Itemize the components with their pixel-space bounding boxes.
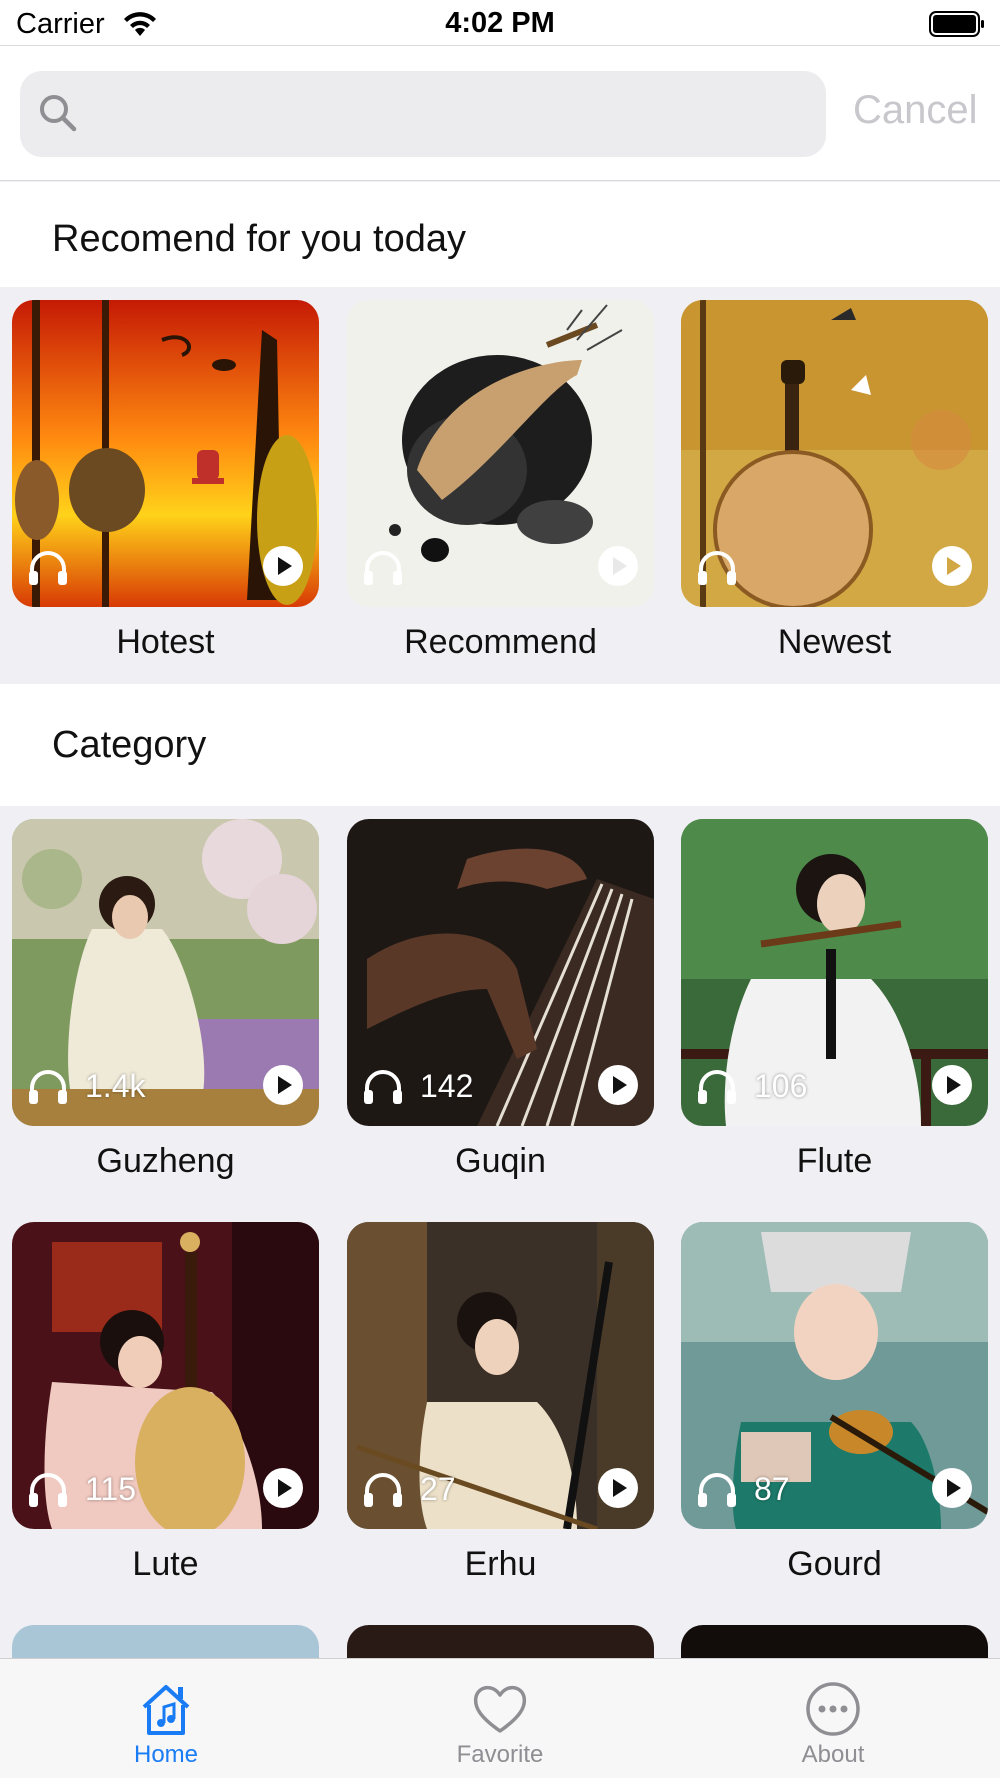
- search-input[interactable]: [92, 71, 812, 157]
- recommend-card-recommend[interactable]: Recommend: [347, 300, 654, 662]
- card-label: Flute: [796, 1142, 873, 1180]
- play-icon[interactable]: [262, 545, 304, 587]
- listen-count: 27: [420, 1471, 456, 1507]
- card-label: Erhu: [464, 1545, 537, 1583]
- recommend-card-newest[interactable]: Newest: [681, 300, 988, 662]
- headphones-icon: [698, 1473, 736, 1507]
- play-icon[interactable]: [262, 1467, 304, 1509]
- lute-thumbnail: 115: [12, 1222, 319, 1529]
- partial-thumbnail: [347, 1625, 654, 1658]
- card-label: Lute: [132, 1545, 199, 1583]
- category-card-partial[interactable]: [681, 1625, 988, 1658]
- heart-icon: [473, 1685, 527, 1733]
- play-icon[interactable]: [262, 1064, 304, 1106]
- category-card-partial[interactable]: [12, 1625, 319, 1658]
- gourd-thumbnail: 87: [681, 1222, 988, 1529]
- headphones-icon: [364, 1070, 402, 1104]
- guzheng-thumbnail: 1.4k: [12, 819, 319, 1126]
- clock: 4:02 PM: [445, 7, 555, 39]
- headphones-icon: [364, 1473, 402, 1507]
- recommend-thumbnail: [347, 300, 654, 607]
- tab-bar: Home Favorite About: [0, 1658, 1000, 1778]
- category-title: Category: [52, 724, 207, 766]
- tab-about[interactable]: About: [733, 1659, 933, 1778]
- partial-thumbnail: [12, 1625, 319, 1658]
- category-card-guqin[interactable]: 142 Guqin: [347, 819, 654, 1181]
- headphones-icon: [698, 551, 736, 585]
- card-label: Recommend: [404, 623, 597, 661]
- headphones-icon: [29, 1070, 67, 1104]
- cancel-button[interactable]: Cancel: [853, 88, 978, 133]
- listen-count: 115: [85, 1471, 137, 1507]
- category-card-partial[interactable]: [347, 1625, 654, 1658]
- erhu-thumbnail: 27: [347, 1222, 654, 1529]
- recommend-title: Recomend for you today: [52, 218, 467, 260]
- card-label: Guqin: [455, 1142, 546, 1180]
- play-icon[interactable]: [597, 1467, 639, 1509]
- ellipsis-circle-icon: [806, 1682, 860, 1736]
- search-field[interactable]: [20, 71, 826, 157]
- listen-count: 142: [420, 1068, 474, 1104]
- play-icon[interactable]: [931, 1064, 973, 1106]
- tab-label: Favorite: [456, 1741, 544, 1768]
- tab-favorite[interactable]: Favorite: [400, 1659, 600, 1778]
- play-icon[interactable]: [597, 545, 639, 587]
- headphones-icon: [698, 1070, 736, 1104]
- headphones-icon: [29, 551, 67, 585]
- status-bar: Carrier 4:02 PM: [0, 0, 1000, 46]
- category-card-lute[interactable]: 115 Lute: [12, 1222, 319, 1584]
- search-bar: Cancel: [0, 46, 1000, 181]
- play-icon[interactable]: [931, 545, 973, 587]
- tab-label: Home: [133, 1741, 199, 1768]
- card-label: Hotest: [116, 623, 215, 661]
- recommend-header: Recomend for you today: [0, 182, 1000, 287]
- category-card-gourd[interactable]: 87 Gourd: [681, 1222, 988, 1584]
- category-card-guzheng[interactable]: 1.4k Guzheng: [12, 819, 319, 1181]
- partial-thumbnail: [681, 1625, 988, 1658]
- hotest-thumbnail: [12, 300, 319, 607]
- recommend-card-hotest[interactable]: Hotest: [12, 300, 319, 662]
- card-label: Guzheng: [96, 1142, 235, 1180]
- headphones-icon: [364, 551, 402, 585]
- category-card-erhu[interactable]: 27 Erhu: [347, 1222, 654, 1584]
- newest-thumbnail: [681, 300, 988, 607]
- tab-label: About: [801, 1741, 865, 1768]
- flute-thumbnail: 106: [681, 819, 988, 1126]
- play-icon[interactable]: [597, 1064, 639, 1106]
- listen-count: 1.4k: [85, 1068, 146, 1104]
- headphones-icon: [29, 1473, 67, 1507]
- card-label: Newest: [777, 623, 892, 661]
- battery-icon: [929, 11, 984, 37]
- listen-count: 87: [754, 1471, 790, 1507]
- category-card-flute[interactable]: 106 Flute: [681, 819, 988, 1181]
- play-icon[interactable]: [931, 1467, 973, 1509]
- guqin-thumbnail: 142: [347, 819, 654, 1126]
- home-music-icon: [142, 1685, 190, 1735]
- listen-count: 106: [754, 1068, 808, 1104]
- tab-home[interactable]: Home: [66, 1659, 266, 1778]
- category-header: Category: [0, 684, 1000, 806]
- card-label: Gourd: [787, 1545, 882, 1583]
- search-icon: [40, 95, 77, 132]
